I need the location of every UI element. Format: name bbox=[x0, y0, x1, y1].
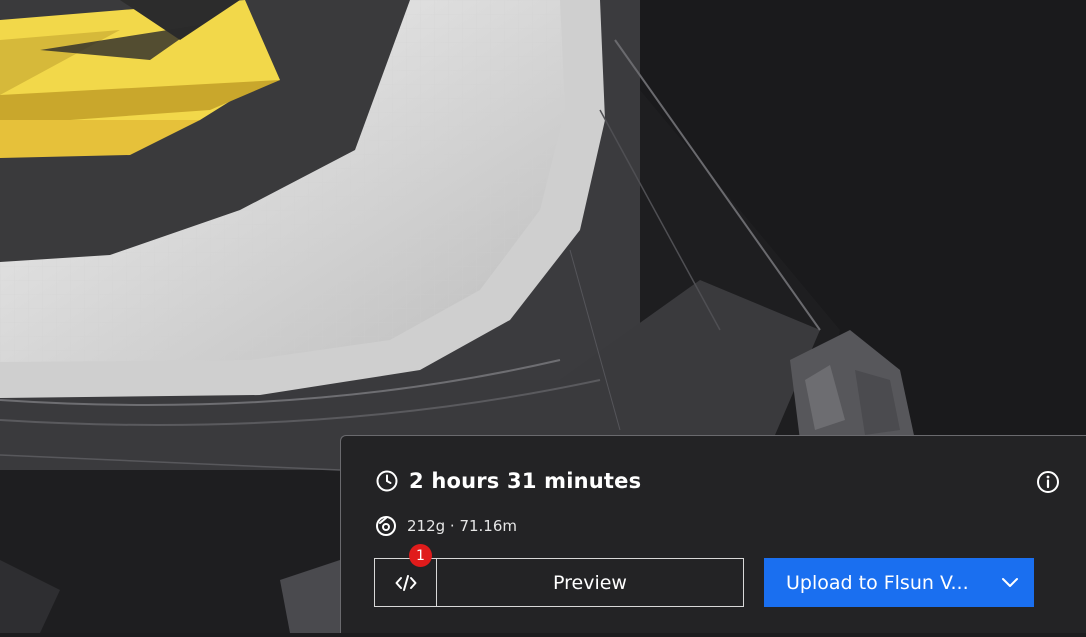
print-summary-panel: 2 hours 31 minutes 212g · 71.16m 1 Previ… bbox=[340, 435, 1086, 633]
material-usage-row: 212g · 71.16m bbox=[375, 515, 517, 537]
code-icon bbox=[395, 574, 416, 591]
chevron-down-icon[interactable] bbox=[1000, 573, 1020, 593]
gcode-button[interactable] bbox=[374, 558, 437, 607]
upload-button-label: Upload to Flsun V... bbox=[786, 571, 969, 594]
print-duration: 2 hours 31 minutes bbox=[409, 469, 642, 493]
clock-icon bbox=[376, 470, 398, 492]
upload-button[interactable]: Upload to Flsun V... bbox=[764, 558, 1034, 607]
filament-spool-icon bbox=[376, 516, 396, 536]
info-icon[interactable] bbox=[1036, 470, 1060, 494]
material-usage: 212g · 71.16m bbox=[407, 517, 518, 535]
notification-badge: 1 bbox=[409, 544, 432, 567]
preview-button[interactable]: Preview bbox=[437, 558, 744, 607]
print-time-row: 2 hours 31 minutes bbox=[375, 469, 641, 493]
